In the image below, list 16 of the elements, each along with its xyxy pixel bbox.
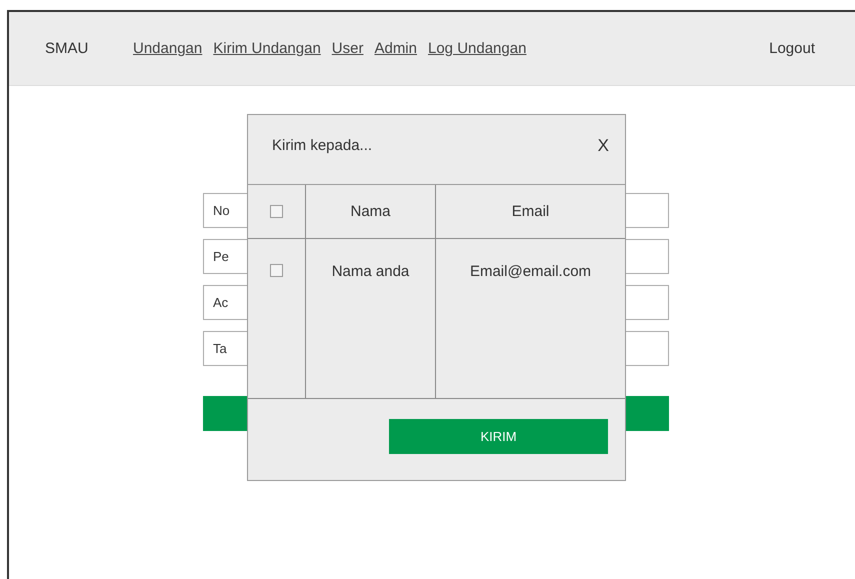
nav-link[interactable]: Log Undangan: [428, 40, 526, 57]
close-button[interactable]: X: [598, 136, 609, 156]
dialog-title: Kirim kepada...: [272, 137, 372, 154]
logout-link[interactable]: Logout: [769, 40, 815, 57]
column-header: Email: [512, 202, 550, 220]
checkbox[interactable]: [270, 264, 283, 277]
nav-link[interactable]: Kirim Undangan: [213, 40, 321, 57]
brand-name: SMAU: [45, 40, 90, 57]
table-cell: Email@email.com: [470, 263, 592, 281]
nav-link[interactable]: Admin: [374, 40, 417, 57]
send-button[interactable]: KIRIM: [389, 419, 608, 454]
column-header: Nama: [350, 202, 390, 220]
nav-link[interactable]: User: [332, 40, 364, 57]
checkbox[interactable]: [270, 205, 283, 218]
table-cell: Nama anda: [332, 263, 410, 281]
nav-link[interactable]: Undangan: [133, 40, 202, 57]
